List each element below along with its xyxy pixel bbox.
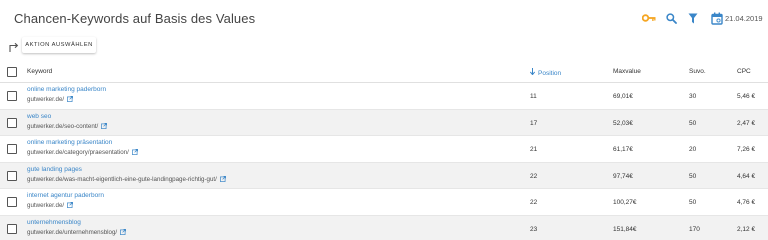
maxvalue-cell: 61,17€ — [613, 146, 633, 153]
external-link-icon[interactable] — [219, 175, 226, 182]
suvo-cell: 50 — [689, 119, 697, 127]
maxvalue-cell: 69,01€ — [613, 93, 633, 100]
suvo-cell: 50 — [689, 172, 697, 180]
column-header-suvo[interactable]: Suvo. — [689, 68, 706, 75]
row-checkbox[interactable] — [7, 117, 17, 128]
keyword-link[interactable]: web seo — [27, 113, 51, 120]
search-icon[interactable] — [663, 10, 679, 26]
maxvalue-cell: 100,27€ — [613, 199, 637, 206]
url-text: gutwerker.de/ — [27, 96, 65, 103]
column-header-position[interactable]: Position — [529, 68, 562, 77]
table-row: online marketing präsentation gutwerker.… — [0, 136, 768, 163]
url-text: gutwerker.de/category/praesentation/ — [27, 149, 129, 156]
keyword-link[interactable]: online marketing präsentation — [27, 139, 112, 146]
position-cell: 21 — [530, 146, 538, 153]
keyword-link[interactable]: gute landing pages — [27, 166, 82, 173]
url-text: gutwerker.de/seo-content/ — [27, 122, 99, 130]
maxvalue-cell: 52,03€ — [613, 119, 633, 127]
position-cell: 23 — [530, 225, 538, 233]
url-text: gutwerker.de/was-macht-eigentlich-eine-g… — [27, 175, 217, 183]
column-header-cpc[interactable]: CPC — [737, 68, 751, 75]
calendar-icon[interactable] — [709, 10, 725, 26]
table-row: online marketing paderborn gutwerker.de/… — [0, 83, 768, 110]
position-cell: 22 — [530, 172, 538, 180]
cpc-cell: 7,26 € — [737, 146, 756, 153]
position-cell: 22 — [530, 199, 538, 206]
url-link[interactable]: gutwerker.de/ — [27, 96, 74, 103]
keyword-link[interactable]: internet agentur paderborn — [27, 192, 104, 199]
column-header-keyword[interactable]: Keyword — [27, 68, 52, 75]
suvo-cell: 50 — [689, 199, 697, 206]
url-link[interactable]: gutwerker.de/category/praesentation/ — [27, 149, 138, 156]
maxvalue-cell: 151,84€ — [613, 225, 637, 233]
select-action-button[interactable]: AKTION AUSWÄHLEN — [22, 37, 96, 53]
table-row: internet agentur paderborn gutwerker.de/… — [0, 189, 768, 216]
cpc-cell: 2,47 € — [737, 119, 756, 127]
page-header: Chancen-Keywords auf Basis des Values 21… — [0, 0, 768, 38]
keyword-link[interactable]: unternehmensblog — [27, 219, 81, 226]
suvo-cell: 170 — [689, 225, 700, 233]
suvo-cell: 20 — [689, 146, 697, 153]
external-link-icon[interactable] — [120, 228, 127, 235]
external-link-icon[interactable] — [131, 149, 138, 155]
url-text: gutwerker.de/ — [27, 202, 65, 209]
cpc-cell: 4,76 € — [737, 199, 756, 206]
bulk-action-arrow-icon — [8, 40, 22, 54]
row-checkbox[interactable] — [7, 197, 17, 207]
filter-icon[interactable] — [685, 10, 701, 26]
url-link[interactable]: gutwerker.de/was-macht-eigentlich-eine-g… — [27, 176, 226, 183]
row-checkbox[interactable] — [7, 223, 17, 234]
table-header: Keyword Position Maxvalue Suvo. CPC — [0, 61, 768, 83]
column-header-position-label: Position — [538, 70, 562, 77]
maxvalue-cell: 97,74€ — [613, 172, 633, 180]
url-link[interactable]: gutwerker.de/seo-content/ — [27, 122, 108, 130]
url-link[interactable]: gutwerker.de/ — [27, 202, 74, 209]
action-toolbar — [0, 36, 768, 58]
key-icon[interactable] — [641, 10, 657, 26]
cpc-cell: 5,46 € — [737, 93, 756, 100]
column-header-maxvalue[interactable]: Maxvalue — [613, 68, 641, 75]
table-row: web seo gutwerker.de/seo-content/ 17 52,… — [0, 109, 768, 136]
position-cell: 17 — [530, 119, 538, 127]
keywords-table: Keyword Position Maxvalue Suvo. CPC onli… — [0, 61, 768, 240]
url-link[interactable]: gutwerker.de/unternehmensblog/ — [27, 228, 127, 236]
url-text: gutwerker.de/unternehmensblog/ — [27, 228, 118, 236]
suvo-cell: 30 — [689, 93, 697, 100]
external-link-icon[interactable] — [67, 96, 74, 102]
date-label: 21.04.2019 — [725, 14, 763, 23]
row-checkbox[interactable] — [7, 91, 17, 101]
cpc-cell: 4,64 € — [737, 172, 756, 180]
row-checkbox[interactable] — [7, 170, 17, 181]
external-link-icon[interactable] — [101, 122, 108, 129]
sort-arrow-down-icon — [529, 68, 536, 77]
select-all-checkbox[interactable] — [7, 67, 17, 77]
row-checkbox[interactable] — [7, 144, 17, 154]
table-row: gute landing pages gutwerker.de/was-mach… — [0, 162, 768, 189]
keyword-link[interactable]: online marketing paderborn — [27, 86, 106, 93]
cpc-cell: 2,12 € — [737, 225, 756, 233]
position-cell: 11 — [530, 93, 537, 100]
external-link-icon[interactable] — [67, 202, 74, 208]
table-body: online marketing paderborn gutwerker.de/… — [0, 83, 768, 240]
page-title: Chancen-Keywords auf Basis des Values — [14, 11, 256, 26]
table-row: unternehmensblog gutwerker.de/unternehme… — [0, 215, 768, 240]
